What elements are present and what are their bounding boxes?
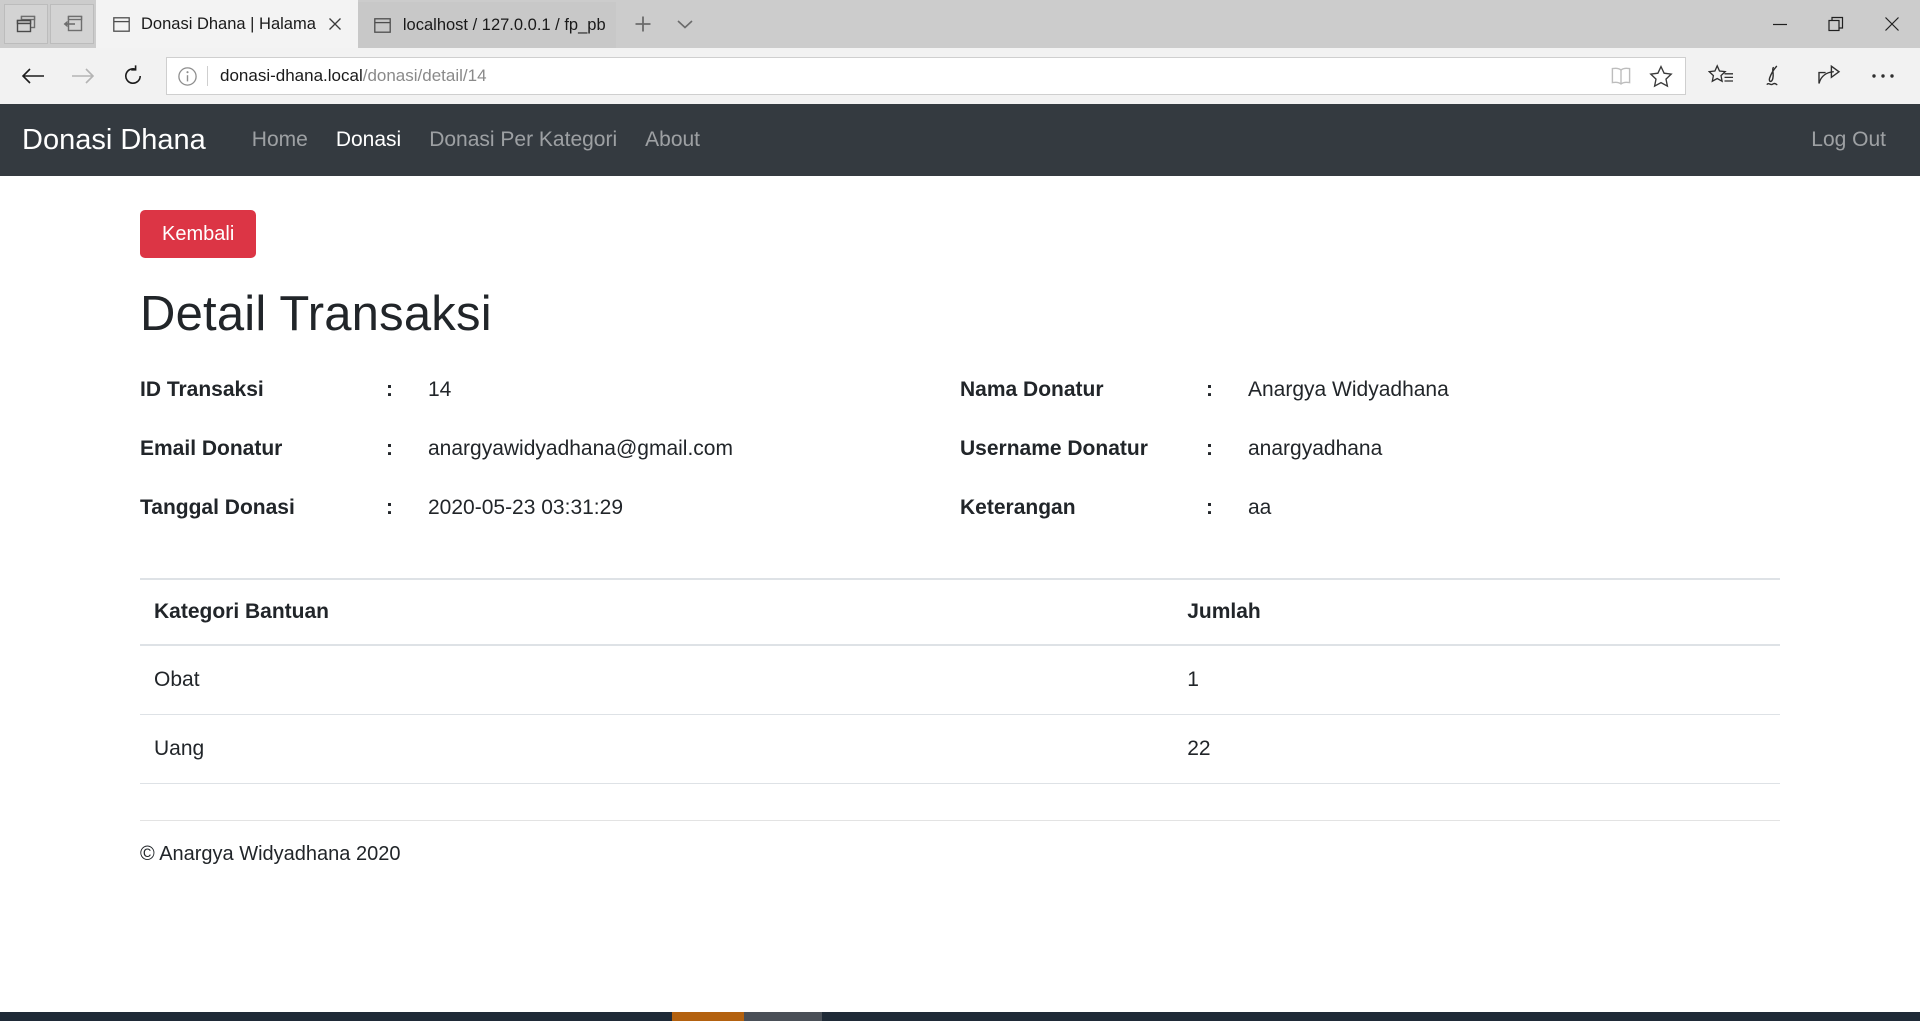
taskbar-segment-left bbox=[0, 1012, 672, 1021]
detail-label: ID Transaksi bbox=[140, 378, 264, 401]
tab-title: Donasi Dhana | Halama bbox=[141, 15, 316, 33]
transaction-detail-grid: ID Transaksi : 14 Email Donatur : anargy… bbox=[140, 378, 1780, 555]
browser-window: Donasi Dhana | Halama localhost / 127.0.… bbox=[0, 0, 1920, 1021]
detail-value: aa bbox=[1248, 496, 1272, 519]
site-nav-links: Home Donasi Donasi Per Kategori About bbox=[238, 128, 714, 152]
tabstrip-drag-area bbox=[706, 0, 1752, 48]
tab-list: Donasi Dhana | Halama localhost / 127.0.… bbox=[96, 0, 616, 48]
nav-link-donasi-per-kategori[interactable]: Donasi Per Kategori bbox=[415, 128, 631, 152]
tabstrip-left-buttons bbox=[0, 0, 96, 48]
page-icon bbox=[112, 15, 130, 33]
browser-tab-strip: Donasi Dhana | Halama localhost / 127.0.… bbox=[0, 0, 1920, 48]
address-bar[interactable]: donasi-dhana.local/donasi/detail/14 bbox=[166, 57, 1686, 95]
browser-toolbar: donasi-dhana.local/donasi/detail/14 bbox=[0, 48, 1920, 104]
detail-value: 2020-05-23 03:31:29 bbox=[428, 496, 623, 519]
detail-label: Email Donatur bbox=[140, 437, 283, 460]
table-body: Obat 1 Uang 22 bbox=[140, 645, 1780, 784]
browser-tab[interactable]: localhost / 127.0.0.1 / fp_pb bbox=[357, 2, 616, 48]
detail-label: Username Donatur bbox=[960, 437, 1148, 460]
table-row: Uang 22 bbox=[140, 714, 1780, 784]
taskbar-segment-active-app bbox=[672, 1012, 744, 1021]
detail-separator: : bbox=[1206, 378, 1213, 401]
address-url-text: donasi-dhana.local/donasi/detail/14 bbox=[220, 65, 1601, 87]
table-header-jumlah: Jumlah bbox=[1173, 578, 1780, 646]
detail-label: Tanggal Donasi bbox=[140, 496, 295, 519]
nav-link-home[interactable]: Home bbox=[238, 128, 322, 152]
url-path: /donasi/detail/14 bbox=[362, 66, 487, 85]
cell-jumlah: 22 bbox=[1173, 714, 1780, 784]
browser-tab[interactable]: Donasi Dhana | Halama bbox=[96, 0, 358, 48]
detail-row-username-donatur: Username Donatur : anargyadhana bbox=[960, 437, 1780, 461]
page-container: Kembali Detail Transaksi ID Transaksi : … bbox=[125, 176, 1795, 866]
detail-row-email-donatur: Email Donatur : anargyawidyadhana@gmail.… bbox=[140, 437, 960, 461]
refresh-button[interactable] bbox=[110, 53, 156, 99]
back-button[interactable] bbox=[10, 53, 56, 99]
url-host: donasi-dhana.local bbox=[220, 66, 363, 85]
detail-row-id-transaksi: ID Transaksi : 14 bbox=[140, 378, 960, 402]
tabstrip-actions bbox=[616, 0, 706, 48]
detail-separator: : bbox=[386, 378, 393, 401]
kategori-bantuan-table: Kategori Bantuan Jumlah Obat 1 Uang 22 bbox=[140, 578, 1780, 784]
table-header-kategori: Kategori Bantuan bbox=[140, 578, 1174, 646]
tabs-you-set-aside-icon[interactable] bbox=[50, 4, 94, 44]
close-icon[interactable] bbox=[322, 11, 348, 37]
share-icon[interactable] bbox=[1802, 53, 1856, 99]
detail-label: Nama Donatur bbox=[960, 378, 1104, 401]
cell-kategori: Uang bbox=[140, 714, 1174, 784]
favorite-star-icon[interactable] bbox=[1641, 59, 1681, 93]
close-window-button[interactable] bbox=[1864, 0, 1920, 48]
restore-button[interactable] bbox=[1808, 0, 1864, 48]
page-icon bbox=[374, 16, 392, 34]
site-brand[interactable]: Donasi Dhana bbox=[22, 124, 206, 157]
table-head: Kategori Bantuan Jumlah bbox=[140, 578, 1780, 646]
kembali-back-button[interactable]: Kembali bbox=[140, 210, 257, 258]
page-viewport: Donasi Dhana Home Donasi Donasi Per Kate… bbox=[0, 104, 1920, 1021]
cell-jumlah: 1 bbox=[1173, 645, 1780, 715]
taskbar-segment-app bbox=[744, 1012, 822, 1021]
window-controls bbox=[1752, 0, 1920, 48]
more-settings-icon[interactable] bbox=[1856, 53, 1910, 99]
site-info-icon[interactable] bbox=[167, 58, 207, 94]
browser-toolbar-icons bbox=[1694, 53, 1910, 99]
web-notes-pen-icon[interactable] bbox=[1748, 53, 1802, 99]
site-navbar: Donasi Dhana Home Donasi Donasi Per Kate… bbox=[0, 104, 1920, 176]
os-taskbar-sliver bbox=[0, 1012, 1920, 1021]
detail-label: Keterangan bbox=[960, 496, 1076, 519]
minimize-button[interactable] bbox=[1752, 0, 1808, 48]
table-header-row: Kategori Bantuan Jumlah bbox=[140, 578, 1780, 646]
hub-favorites-icon[interactable] bbox=[1694, 53, 1748, 99]
detail-column-left: ID Transaksi : 14 Email Donatur : anargy… bbox=[140, 378, 960, 555]
chevron-down-icon[interactable] bbox=[664, 4, 706, 44]
logout-link[interactable]: Log Out bbox=[1799, 128, 1898, 152]
address-divider bbox=[207, 66, 208, 86]
detail-separator: : bbox=[386, 496, 393, 519]
reading-view-icon[interactable] bbox=[1601, 59, 1641, 93]
detail-value: anargyadhana bbox=[1248, 437, 1383, 460]
set-tabs-aside-icon[interactable] bbox=[4, 4, 48, 44]
detail-separator: : bbox=[386, 437, 393, 460]
nav-link-about[interactable]: About bbox=[631, 128, 714, 152]
detail-separator: : bbox=[1206, 437, 1213, 460]
detail-row-keterangan: Keterangan : aa bbox=[960, 496, 1780, 520]
cell-kategori: Obat bbox=[140, 645, 1174, 715]
detail-row-nama-donatur: Nama Donatur : Anargya Widyadhana bbox=[960, 378, 1780, 402]
forward-button[interactable] bbox=[60, 53, 106, 99]
table-row: Obat 1 bbox=[140, 645, 1780, 715]
detail-value: anargyawidyadhana@gmail.com bbox=[428, 437, 733, 460]
detail-row-tanggal-donasi: Tanggal Donasi : 2020-05-23 03:31:29 bbox=[140, 496, 960, 520]
site-footer: © Anargya Widyadhana 2020 bbox=[140, 820, 1780, 866]
detail-separator: : bbox=[1206, 496, 1213, 519]
page-title: Detail Transaksi bbox=[140, 287, 492, 341]
taskbar-segment-right bbox=[822, 1012, 1920, 1021]
detail-column-right: Nama Donatur : Anargya Widyadhana Userna… bbox=[960, 378, 1780, 555]
nav-link-donasi[interactable]: Donasi bbox=[322, 128, 415, 152]
detail-value: Anargya Widyadhana bbox=[1248, 378, 1449, 401]
tab-title: localhost / 127.0.0.1 / fp_pb bbox=[402, 16, 606, 34]
detail-value: 14 bbox=[428, 378, 452, 401]
new-tab-button[interactable] bbox=[622, 4, 664, 44]
